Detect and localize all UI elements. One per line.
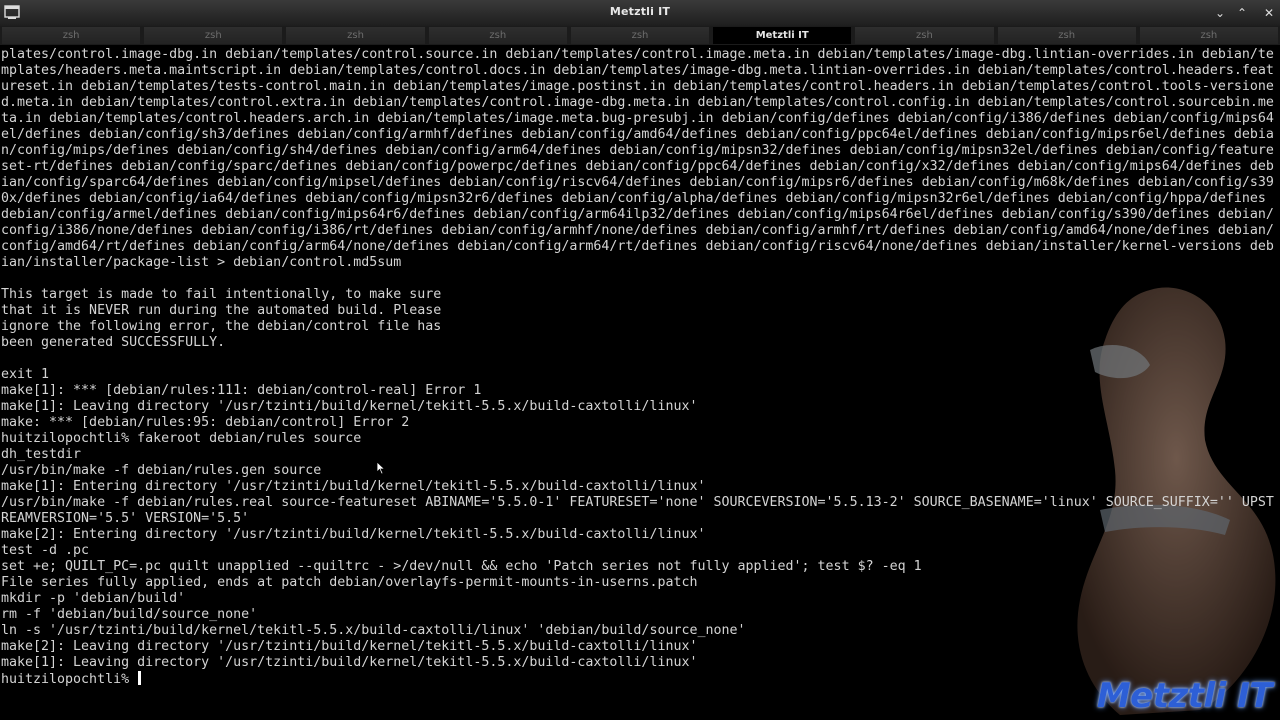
terminal-line: test -d .pc	[1, 543, 90, 558]
terminal-line: make[2]: Entering directory '/usr/tzinti…	[1, 527, 706, 542]
terminal-line: dh_testdir	[1, 447, 82, 462]
text-cursor	[138, 671, 142, 685]
tab-zsh[interactable]: zsh	[428, 27, 567, 44]
terminal-line: set +e; QUILT_PC=.pc quilt unapplied --q…	[1, 559, 922, 574]
terminal-line: been generated SUCCESSFULLY.	[1, 335, 226, 350]
tab-zsh[interactable]: zsh	[286, 27, 425, 44]
terminal-line: make: *** [debian/rules:95: debian/contr…	[1, 415, 410, 430]
terminal-line: make[1]: Entering directory '/usr/tzinti…	[1, 479, 706, 494]
terminal-line: ln -s '/usr/tzinti/build/kernel/tekitl-5…	[1, 623, 746, 638]
tab-zsh[interactable]: zsh	[2, 27, 141, 44]
terminal-area[interactable]: plates/control.image-dbg.in debian/templ…	[0, 45, 1280, 720]
terminal-line: exit 1	[1, 367, 50, 382]
terminal-line: make[1]: *** [debian/rules:111: debian/c…	[1, 383, 482, 398]
terminal-line: File series fully applied, ends at patch…	[1, 575, 698, 590]
shell-prompt[interactable]: huitzilopochtli%	[1, 672, 137, 687]
terminal-line: /usr/bin/make -f debian/rules.real sourc…	[1, 495, 1274, 526]
tab-zsh[interactable]: zsh	[997, 27, 1136, 44]
tab-metztli-it-active[interactable]: Metztli IT	[713, 27, 852, 44]
terminal-line: make[1]: Leaving directory '/usr/tzinti/…	[1, 399, 698, 414]
tab-zsh[interactable]: zsh	[144, 27, 283, 44]
terminal-line: make[1]: Leaving directory '/usr/tzinti/…	[1, 655, 698, 670]
window-menu-button[interactable]: ⌄	[1212, 5, 1228, 21]
terminal-line: rm -f 'debian/build/source_none'	[1, 607, 258, 622]
maximize-button[interactable]: ⌃	[1234, 5, 1250, 21]
terminal-line: This target is made to fail intentionall…	[1, 287, 442, 302]
terminal-line: make[2]: Leaving directory '/usr/tzinti/…	[1, 639, 698, 654]
window-title: Metztli IT	[609, 5, 671, 18]
terminal-line: huitzilopochtli% fakeroot debian/rules s…	[1, 431, 362, 446]
terminal-line: /usr/bin/make -f debian/rules.gen source	[1, 463, 322, 478]
tab-zsh[interactable]: zsh	[855, 27, 994, 44]
mouse-pointer-icon	[376, 461, 386, 475]
tab-zsh[interactable]: zsh	[1139, 27, 1278, 44]
terminal-line: that it is NEVER run during the automate…	[1, 303, 442, 318]
terminal-line: ignore the following error, the debian/c…	[1, 319, 442, 334]
terminal-output[interactable]: plates/control.image-dbg.in debian/templ…	[1, 47, 1277, 688]
metztli-logo: Metztli IT	[1096, 676, 1273, 716]
terminal-line: mkdir -p 'debian/build'	[1, 591, 186, 606]
close-button[interactable]: ✕	[1261, 5, 1277, 21]
title-bar: Metztli IT ⌄ ⌃ ✕	[0, 0, 1280, 27]
tab-zsh[interactable]: zsh	[570, 27, 710, 44]
tab-bar: zsh zsh zsh zsh zsh Metztli IT zsh zsh z…	[0, 26, 1280, 45]
terminal-line: plates/control.image-dbg.in debian/templ…	[1, 47, 1274, 270]
